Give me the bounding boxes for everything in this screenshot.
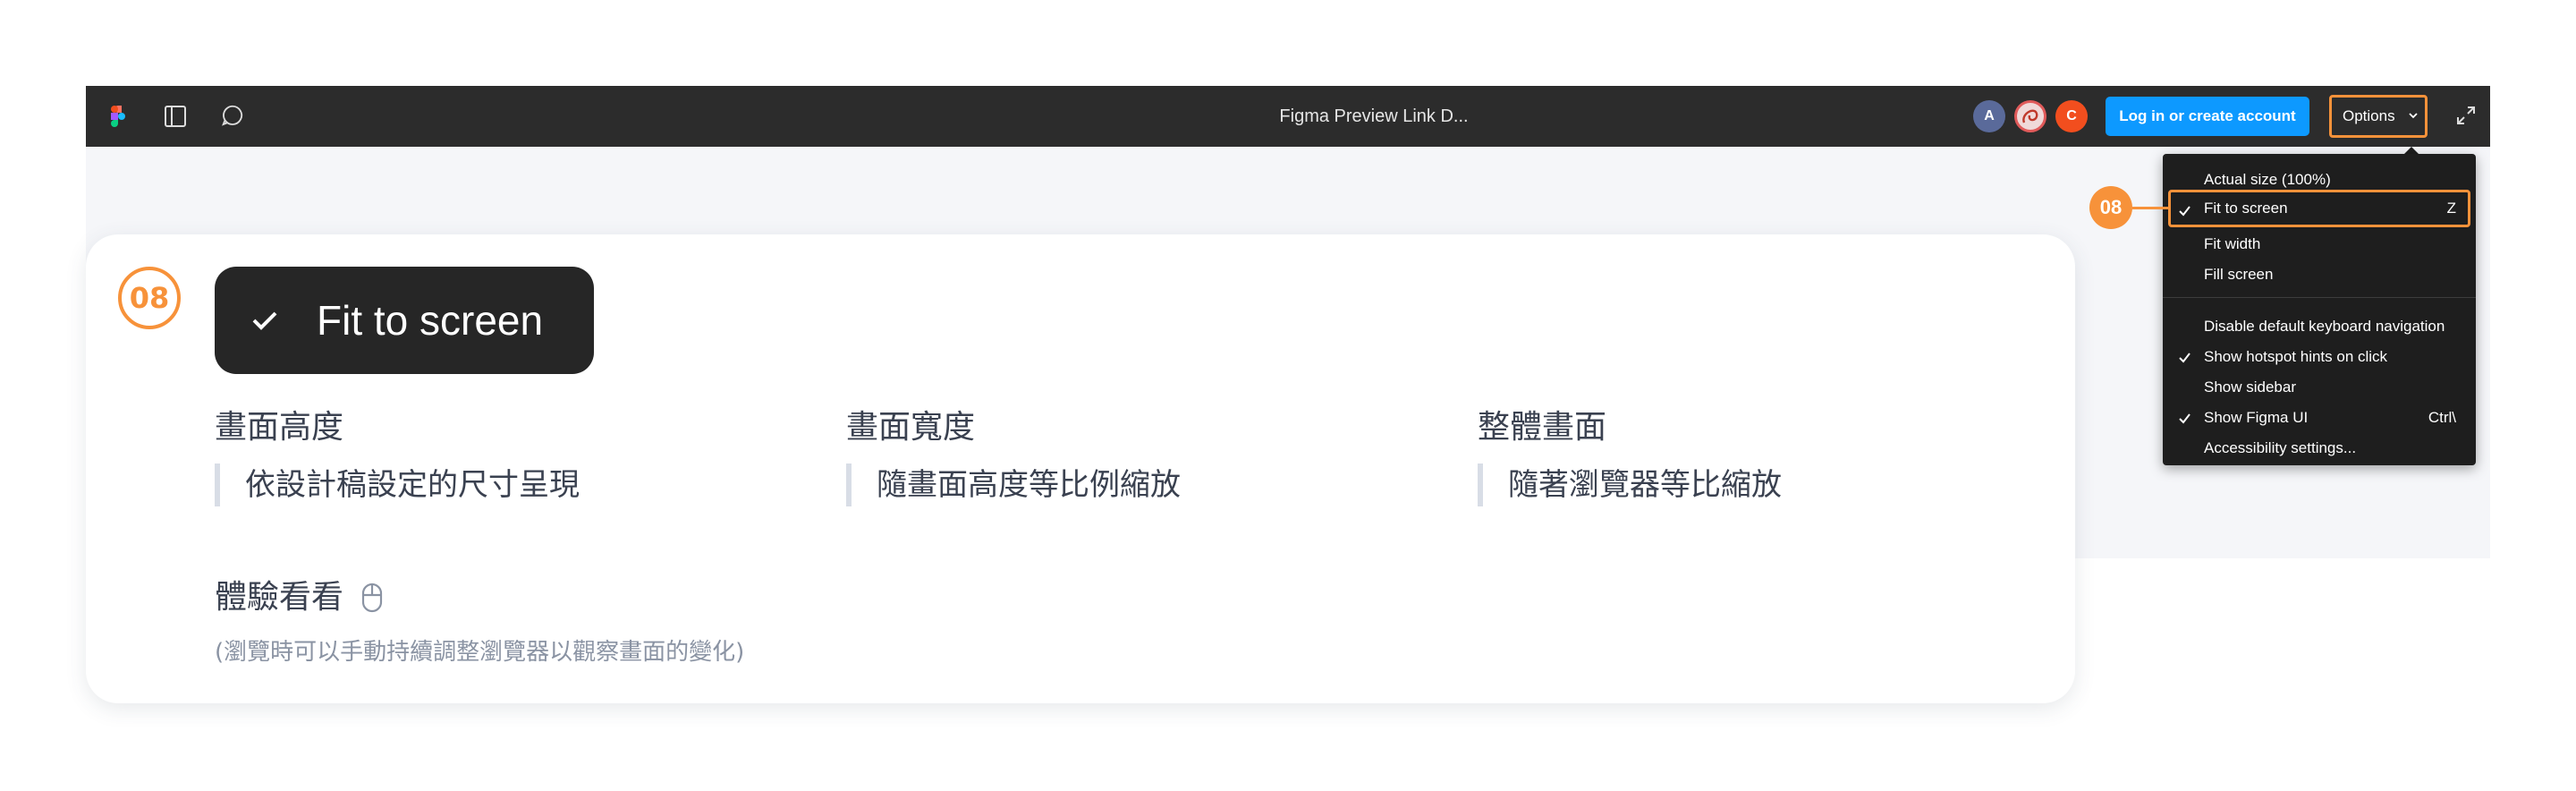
column-height: 畫面高度 依設計稿設定的尺寸呈現	[215, 404, 769, 506]
step-badge-small: 08	[2089, 186, 2132, 229]
column-overall: 整體畫面 隨著瀏覽器等比縮放	[1478, 404, 2032, 506]
menu-item-label: Fit width	[2204, 235, 2261, 252]
file-title: Figma Preview Link D...	[1279, 106, 1469, 126]
step-badge: 08	[118, 267, 181, 329]
try-it-row: 體驗看看	[215, 573, 383, 623]
menu-item-fill-screen[interactable]: Fill screen	[2163, 259, 2476, 290]
menu-item-disable-keyboard-nav[interactable]: Disable default keyboard navigation	[2163, 311, 2476, 342]
fit-to-screen-text: Fit to screen	[317, 297, 544, 344]
menu-item-label: Fill screen	[2204, 266, 2274, 283]
menu-separator	[2163, 297, 2476, 298]
screenshot-root: Figma Preview Link D... A C Log in or cr…	[0, 0, 2576, 791]
options-menu: Actual size (100%) Fit to screen Z Fit w…	[2163, 154, 2476, 465]
explanation-card: 08 Fit to screen 畫面高度 依設計稿設定的尺寸呈現 畫面寬度 隨…	[86, 234, 2075, 703]
menu-item-label: Show hotspot hints on click	[2204, 348, 2388, 365]
checkmark-icon	[2179, 353, 2190, 363]
avatar-c[interactable]: C	[2055, 100, 2088, 132]
menu-item-label: Show Figma UI	[2204, 409, 2309, 426]
column-title: 畫面寬度	[846, 409, 976, 446]
menu-item-show-sidebar[interactable]: Show sidebar	[2163, 372, 2476, 403]
column-desc: 隨畫面高度等比例縮放	[846, 464, 1401, 506]
login-button[interactable]: Log in or create account	[2106, 97, 2309, 136]
column-title: 畫面高度	[215, 409, 344, 446]
checkmark-icon	[2179, 206, 2190, 217]
column-desc: 依設計稿設定的尺寸呈現	[215, 464, 769, 506]
column-width: 畫面寬度 隨畫面高度等比例縮放	[846, 404, 1401, 506]
avatar-a[interactable]: A	[1973, 100, 2005, 132]
menu-item-accessibility[interactable]: Accessibility settings...	[2163, 433, 2476, 464]
figma-toolbar: Figma Preview Link D... A C Log in or cr…	[86, 86, 2490, 147]
menu-item-label: Fit to screen	[2204, 200, 2288, 217]
sidebar-toggle-icon[interactable]	[163, 104, 188, 129]
menu-item-show-figma-ui[interactable]: Show Figma UI Ctrl\	[2163, 403, 2476, 433]
column-title: 整體畫面	[1478, 409, 1607, 446]
mouse-icon	[362, 583, 383, 613]
menu-item-label: Accessibility settings...	[2204, 439, 2357, 456]
options-button[interactable]: Options	[2329, 95, 2428, 138]
menu-item-fit-to-screen[interactable]: Fit to screen Z	[2168, 190, 2470, 227]
menu-item-fit-width[interactable]: Fit width	[2163, 229, 2476, 259]
avatar-swirl-icon	[2022, 109, 2038, 123]
checkmark-icon	[252, 311, 277, 330]
menu-item-shortcut: Ctrl\	[2428, 409, 2456, 426]
fit-to-screen-label: Fit to screen	[215, 267, 594, 374]
comment-icon[interactable]	[220, 104, 245, 129]
column-desc: 隨著瀏覽器等比縮放	[1478, 464, 2032, 506]
menu-item-shortcut: Z	[2446, 200, 2456, 217]
badge-connector-line	[2132, 207, 2170, 209]
figma-logo-icon[interactable]	[106, 104, 131, 129]
menu-item-label: Show sidebar	[2204, 378, 2297, 396]
chevron-down-icon	[2409, 113, 2418, 119]
options-label: Options	[2343, 107, 2395, 124]
fullscreen-icon[interactable]	[2454, 104, 2478, 127]
menu-item-hotspot-hints[interactable]: Show hotspot hints on click	[2163, 342, 2476, 372]
menu-item-label: Disable default keyboard navigation	[2204, 318, 2445, 335]
try-it-title: 體驗看看	[215, 579, 344, 616]
try-it-hint: (瀏覽時可以手動持續調整瀏覽器以觀察畫面的變化)	[215, 639, 745, 666]
avatar-image[interactable]	[2014, 100, 2046, 132]
checkmark-icon	[2179, 413, 2190, 424]
